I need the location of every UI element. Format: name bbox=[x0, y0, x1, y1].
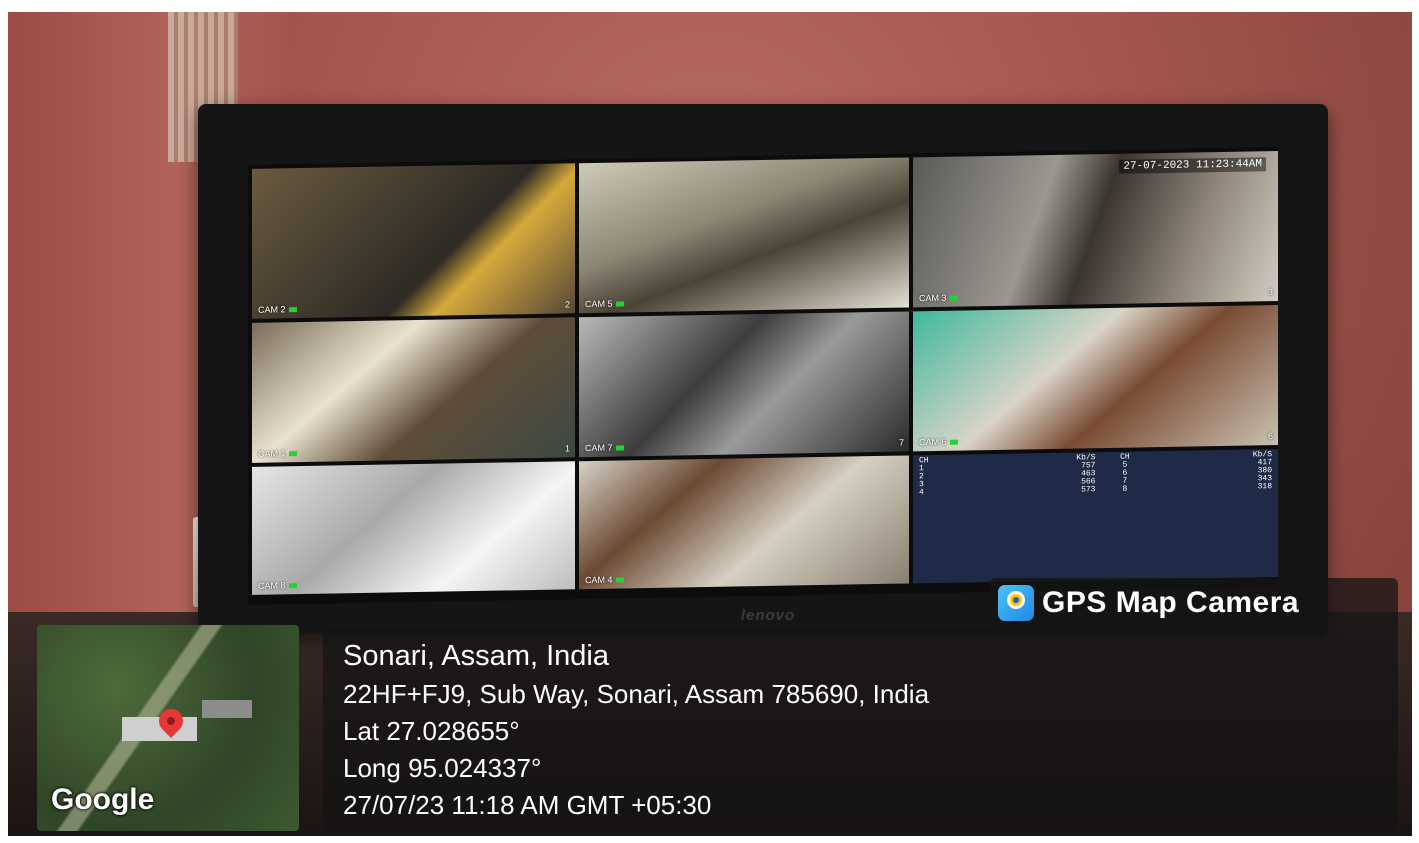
gps-app-badge: GPS Map Camera bbox=[990, 578, 1398, 628]
camera-tile[interactable]: CAM 7 7 bbox=[579, 311, 909, 458]
monitor-brand-logo: lenovo bbox=[740, 607, 796, 624]
table-cell: 573 bbox=[1081, 485, 1096, 495]
table-cell: 4 bbox=[919, 488, 924, 498]
gps-map-camera-icon bbox=[998, 585, 1034, 621]
map-thumbnail: Google bbox=[37, 625, 299, 831]
table-cell: 8 bbox=[1122, 484, 1128, 494]
camera-tile[interactable]: CAM 8 bbox=[252, 461, 575, 595]
rec-indicator-icon bbox=[288, 451, 297, 457]
camera-number: 2 bbox=[564, 299, 570, 310]
place-name: Sonari, Assam, India bbox=[343, 640, 609, 672]
rec-indicator-icon bbox=[615, 445, 624, 451]
camera-tile[interactable]: CAM 1 1 bbox=[252, 317, 575, 463]
camera-label: CAM 7 bbox=[585, 442, 624, 453]
gps-info-panel: Sonari, Assam, India 22HF+FJ9, Sub Way, … bbox=[323, 628, 1398, 830]
rec-indicator-icon bbox=[615, 577, 624, 583]
camera-tile[interactable]: CAM 6 6 bbox=[913, 305, 1278, 452]
rec-indicator-icon bbox=[949, 295, 958, 301]
rec-indicator-icon bbox=[615, 301, 624, 307]
osd-timestamp: 27-07-2023 11:23:44AM bbox=[1119, 157, 1266, 174]
rec-indicator-icon bbox=[288, 307, 297, 313]
camera-label: CAM 8 bbox=[258, 580, 297, 591]
camera-label: CAM 5 bbox=[585, 298, 624, 309]
camera-label: CAM 3 bbox=[919, 293, 958, 303]
camera-label: CAM 2 bbox=[258, 304, 297, 315]
rec-indicator-icon bbox=[949, 439, 958, 445]
bitrate-stats-panel: CH Kb/S CH Kb/S 1 757 5 417 2 463 6 380 … bbox=[913, 449, 1278, 584]
table-cell: 318 bbox=[1257, 482, 1272, 492]
camera-tile[interactable]: CAM 4 bbox=[579, 455, 909, 590]
latitude: Lat 27.028655° bbox=[343, 716, 520, 746]
map-building bbox=[202, 700, 252, 718]
camera-label: CAM 4 bbox=[585, 574, 624, 585]
gps-app-name: GPS Map Camera bbox=[1042, 586, 1300, 619]
longitude: Long 95.024337° bbox=[343, 753, 542, 783]
camera-label: CAM 6 bbox=[919, 437, 958, 447]
camera-tile[interactable]: CAM 2 2 bbox=[252, 163, 575, 319]
camera-number: 6 bbox=[1267, 431, 1273, 442]
camera-number: 7 bbox=[898, 437, 904, 448]
camera-label: CAM 1 bbox=[258, 448, 297, 459]
camera-number: 3 bbox=[1267, 287, 1273, 298]
monitor: CAM 2 2 CAM 5 27-07-2023 11:23:44AM CAM … bbox=[198, 104, 1328, 634]
google-logo: Google bbox=[51, 783, 155, 816]
cctv-screen: CAM 2 2 CAM 5 27-07-2023 11:23:44AM CAM … bbox=[248, 147, 1278, 605]
datetime: 27/07/23 11:18 AM GMT +05:30 bbox=[343, 790, 712, 820]
camera-number: 1 bbox=[564, 443, 570, 454]
address: 22HF+FJ9, Sub Way, Sonari, Assam 785690,… bbox=[343, 679, 930, 709]
camera-tile[interactable]: 27-07-2023 11:23:44AM CAM 3 3 bbox=[913, 151, 1278, 308]
bitrate-table: CH Kb/S CH Kb/S 1 757 5 417 2 463 6 380 … bbox=[919, 450, 1272, 498]
camera-tile[interactable]: CAM 5 bbox=[579, 157, 909, 314]
rec-indicator-icon bbox=[288, 583, 297, 589]
